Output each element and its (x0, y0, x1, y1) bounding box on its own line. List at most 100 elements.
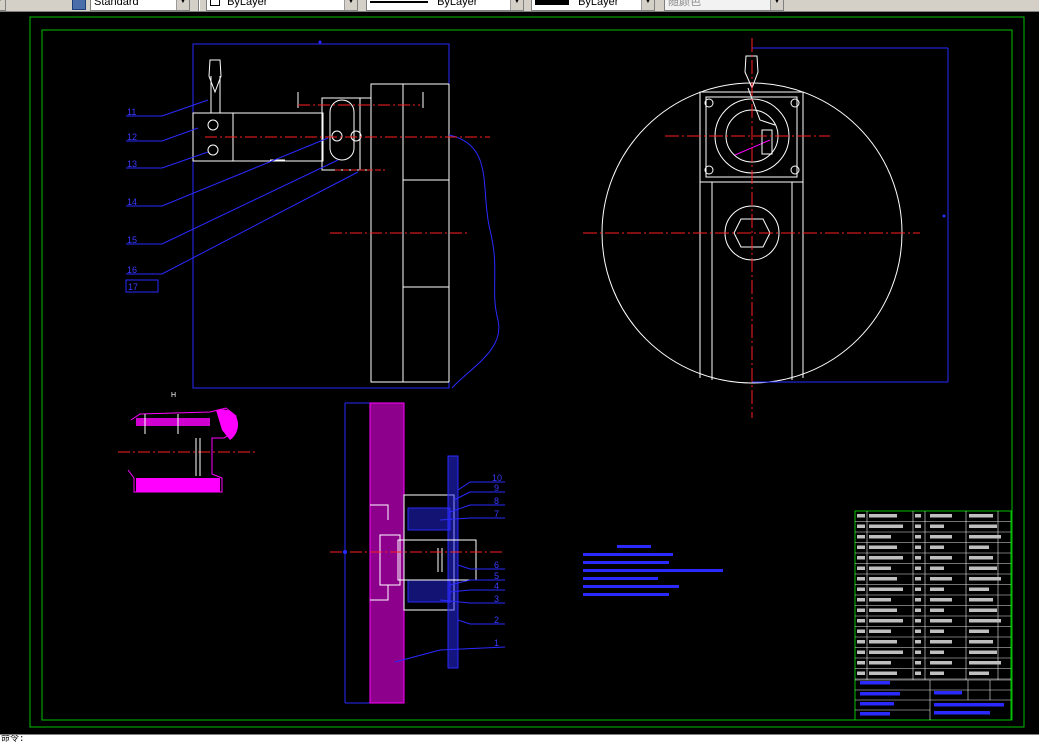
parts-list-cell-mark (969, 514, 993, 518)
parts-list-cell-mark (915, 556, 921, 560)
parts-list-cell-mark (969, 608, 997, 612)
chevron-down-icon: ▼ (176, 0, 189, 10)
chevron-down-icon: ▼ (0, 0, 5, 10)
leader-label: 16 (127, 265, 137, 275)
parts-list-cell-mark (930, 629, 944, 633)
cad-drawing: 11 12 13 14 15 16 17 H 10 9 8 7 6 5 4 3 … (29, 16, 1025, 728)
parts-list-cell-mark (930, 608, 944, 612)
text-style-tail-combo[interactable]: ▼ (0, 0, 6, 11)
text-style-manager-icon[interactable] (72, 0, 86, 10)
parts-list-cell-mark (969, 661, 1001, 665)
parts-list-cell-mark (869, 650, 903, 654)
front-view (192, 40, 500, 389)
leader-label: 5 (494, 571, 499, 581)
parts-list-cell-mark (930, 535, 952, 539)
title-block-text-mark (860, 702, 894, 706)
parts-list-cell-mark (930, 671, 944, 675)
color-combo[interactable]: ByLayer ▼ (206, 0, 358, 11)
title-block-text-mark (860, 692, 900, 696)
parts-list-cell-mark (869, 556, 903, 560)
side-view (583, 38, 949, 418)
color-swatch-icon (210, 0, 220, 7)
parts-list-cell-mark (969, 650, 997, 654)
text-style-value: Standard (94, 0, 139, 8)
parts-list-cell-mark (915, 535, 921, 539)
parts-list-cell-mark (869, 608, 897, 612)
leader-label: 13 (127, 159, 137, 169)
parts-list-cell-mark (915, 514, 921, 518)
text-style-combo[interactable]: Standard ▼ (90, 0, 190, 11)
leader-label: 17 (128, 282, 138, 292)
parts-list-cell-mark (857, 524, 865, 528)
leader-label: 8 (494, 496, 499, 506)
parts-list-cell-mark (930, 661, 952, 665)
title-block-text-mark (860, 712, 890, 716)
leader-label: 3 (494, 594, 499, 604)
title-block-text-mark (860, 681, 890, 685)
parts-list-cell-mark (969, 598, 993, 602)
parts-list-cell-mark (915, 608, 921, 612)
command-line[interactable]: 命令: (0, 734, 1039, 743)
parts-list-cell-mark (930, 640, 952, 644)
leader-labels-bottom: 10 9 8 7 6 5 4 3 2 1 (492, 473, 502, 648)
leader-label: 6 (494, 560, 499, 570)
parts-list-cell-mark (930, 566, 944, 570)
parts-list-cell-mark (969, 671, 989, 675)
parts-list-cell-mark (857, 661, 865, 665)
parts-list-cell-mark (869, 598, 891, 602)
model-space-canvas[interactable]: 11 12 13 14 15 16 17 H 10 9 8 7 6 5 4 3 … (0, 12, 1039, 734)
parts-list-cell-mark (869, 577, 897, 581)
disc-section (447, 455, 459, 669)
parts-list-cell-mark (857, 535, 865, 539)
linetype-combo[interactable]: ByLayer ▼ (366, 0, 524, 11)
linetype-sample-icon (370, 1, 428, 4)
parts-list-cell-mark (930, 619, 952, 623)
toolbar-separator (198, 0, 200, 11)
parts-list-cell-mark (969, 629, 989, 633)
parts-list-cell-mark (915, 524, 921, 528)
parts-list-cell-mark (915, 671, 921, 675)
parts-list-cell-mark (915, 587, 921, 591)
chevron-down-icon: ▼ (510, 0, 523, 10)
parts-list-cell-mark (915, 577, 921, 581)
leader-label: 1 (494, 638, 499, 648)
parts-list-cell-mark (869, 566, 891, 570)
parts-list-cell-mark (869, 524, 903, 528)
hatch-section (136, 478, 220, 492)
title-block-text-mark (934, 691, 962, 695)
break-line (448, 134, 500, 389)
parts-list-cell-mark (857, 629, 865, 633)
parts-list-cell-mark (857, 577, 865, 581)
detail-view-label: H (171, 392, 176, 399)
parts-list-cell-mark (857, 640, 865, 644)
parts-list-cell-mark (869, 661, 891, 665)
dimension-box (192, 43, 450, 389)
parts-list-cell-mark (969, 577, 1001, 581)
parts-list-cell-mark (869, 514, 897, 518)
plot-style-combo[interactable]: 随颜色 ▼ (664, 0, 784, 11)
parts-list-cell-mark (857, 650, 865, 654)
parts-list-cell-mark (857, 556, 865, 560)
parts-list-cell-mark (930, 524, 944, 528)
color-value: ByLayer (227, 0, 268, 8)
parts-list-cell-mark (915, 629, 921, 633)
parts-list-cell-mark (969, 524, 997, 528)
parts-list-cell-mark (857, 608, 865, 612)
technical-requirements-note (583, 545, 723, 596)
lineweight-combo[interactable]: ByLayer ▼ (531, 0, 655, 11)
parts-list-cell-mark (857, 598, 865, 602)
parts-list-cell-mark (869, 629, 891, 633)
parts-list-cell-mark (930, 556, 952, 560)
leader-label: 14 (127, 197, 137, 207)
parts-list-cell-mark (915, 566, 921, 570)
parts-list-cell-mark (915, 661, 921, 665)
leader-label: 10 (492, 473, 502, 483)
parts-list-cell-mark (869, 587, 903, 591)
leader-labels-top: 11 12 13 14 15 16 17 (127, 107, 138, 292)
title-block-text-mark (934, 711, 990, 715)
parts-list-cell-mark (969, 535, 1001, 539)
properties-toolbar: ▼ Standard ▼ ByLayer ▼ ByLayer ▼ ByLayer… (0, 0, 1039, 12)
parts-list-and-title-block (854, 510, 1012, 721)
leader-label: 11 (127, 107, 136, 117)
parts-list-cell-mark (869, 671, 897, 675)
